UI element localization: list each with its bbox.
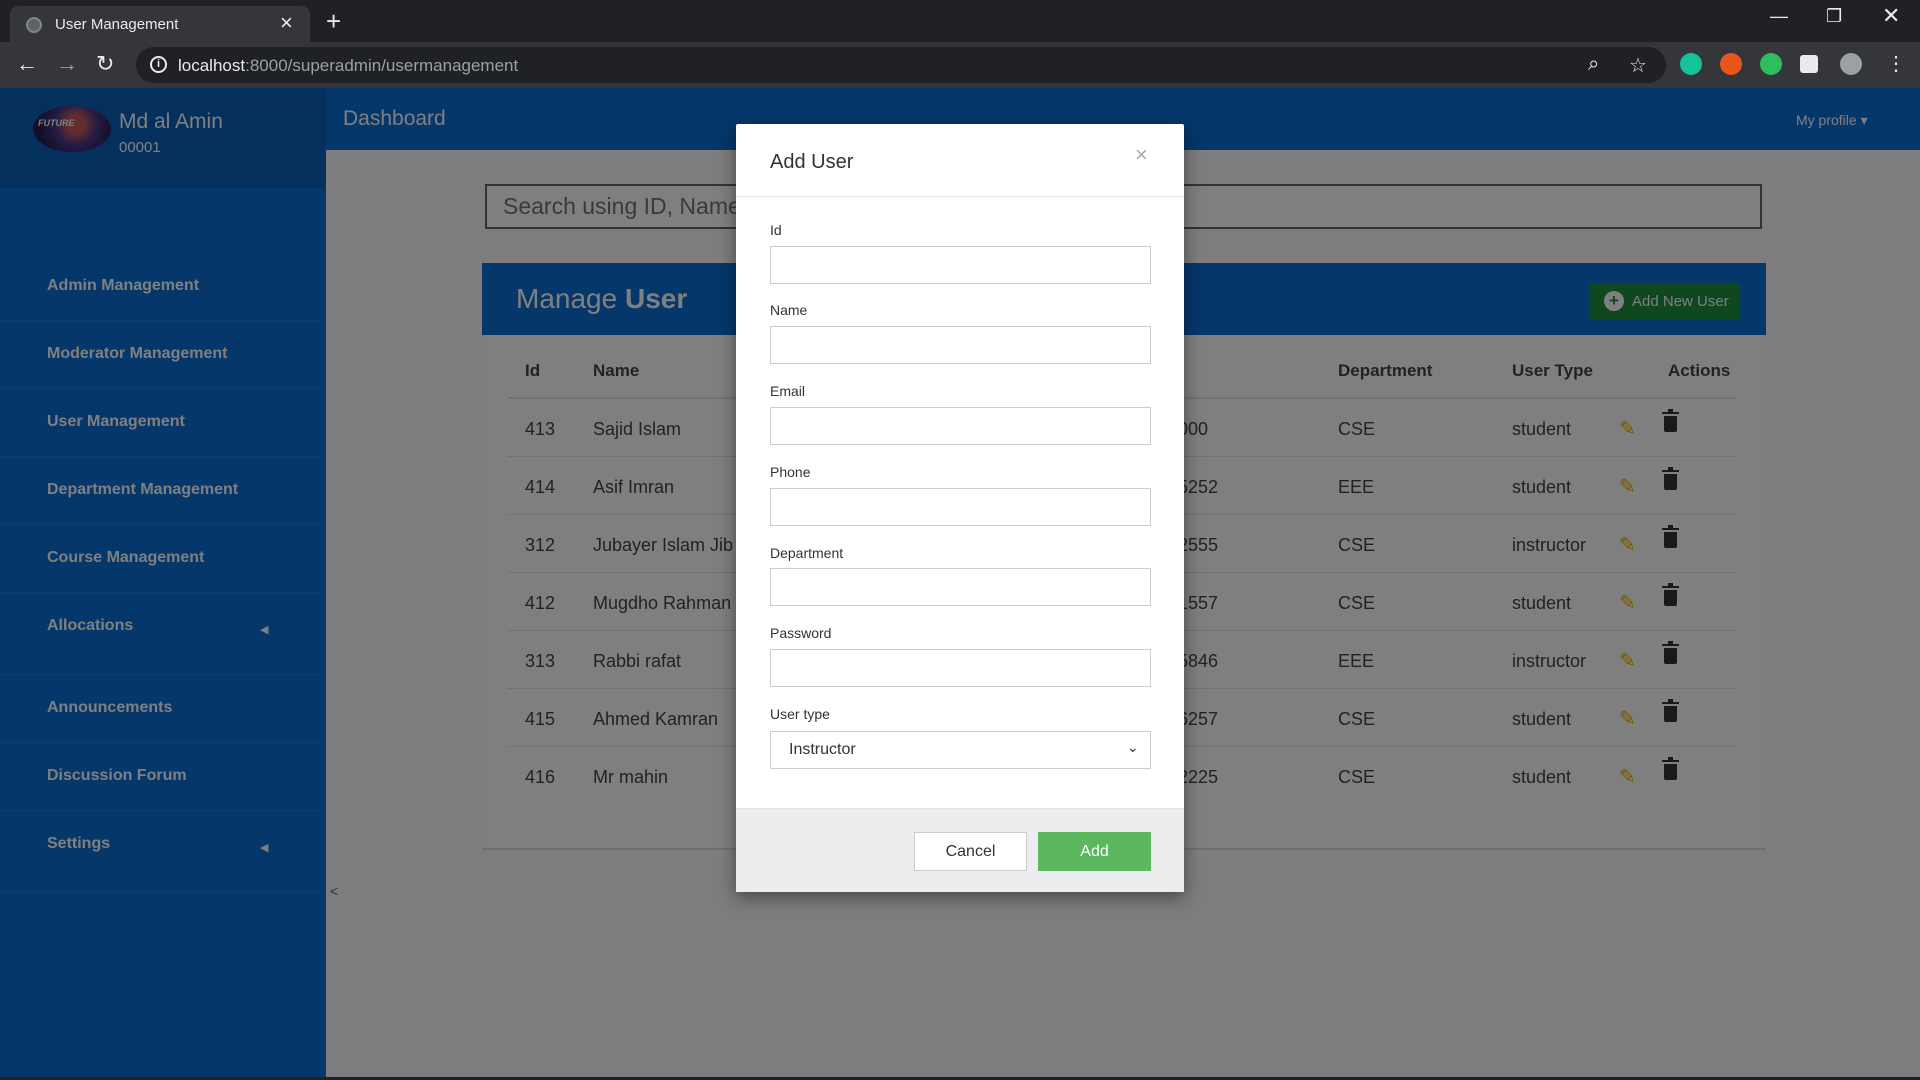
account-avatar-icon[interactable]	[1840, 53, 1862, 75]
restore-icon[interactable]: ❐	[1826, 6, 1842, 27]
forward-icon[interactable]: →	[56, 51, 78, 77]
zoom-icon[interactable]: ⌕	[1588, 53, 1599, 76]
url-host: localhost	[178, 56, 246, 75]
department-field[interactable]	[770, 568, 1151, 606]
url-path: :8000/superadmin/usermanagement	[245, 56, 519, 75]
modal-title: Add User	[770, 151, 854, 173]
department-label: Department	[770, 545, 844, 561]
browser-menu-icon[interactable]: ⋮	[1886, 51, 1906, 76]
tab-title: User Management	[55, 16, 179, 33]
user-type-select[interactable]: Instructor ⌄	[770, 731, 1151, 769]
add-user-modal: Add User × Id Name Email Phone Departmen…	[736, 124, 1184, 892]
id-label: Id	[770, 222, 782, 238]
user-type-label: User type	[770, 706, 830, 722]
password-label: Password	[770, 625, 832, 641]
chevron-down-icon: ⌄	[1127, 739, 1139, 755]
browser-toolbar: ← → ↻ i localhost:8000/superadmin/userma…	[0, 42, 1920, 88]
info-icon[interactable]: i	[150, 56, 167, 73]
extensions-puzzle-icon[interactable]	[1800, 55, 1818, 73]
cancel-button[interactable]: Cancel	[914, 832, 1027, 871]
address-bar[interactable]: i localhost:8000/superadmin/usermanageme…	[136, 47, 1666, 83]
reload-icon[interactable]: ↻	[96, 51, 114, 77]
phone-label: Phone	[770, 464, 811, 480]
minimize-icon[interactable]: —	[1770, 6, 1788, 27]
grammarly-icon[interactable]	[1680, 53, 1702, 75]
close-window-icon[interactable]: ✕	[1882, 3, 1900, 29]
close-tab-icon[interactable]: ×	[280, 12, 293, 34]
add-button[interactable]: Add	[1038, 832, 1151, 871]
extension-fox-icon[interactable]	[1720, 53, 1742, 75]
modal-footer: Cancel Add	[736, 808, 1184, 892]
evernote-icon[interactable]	[1760, 53, 1782, 75]
email-label: Email	[770, 383, 806, 399]
globe-icon	[26, 17, 42, 33]
modal-header: Add User ×	[736, 124, 1184, 197]
url-text: localhost:8000/superadmin/usermanagement	[178, 56, 518, 76]
user-type-value: Instructor	[789, 741, 856, 758]
email-field[interactable]	[770, 407, 1151, 445]
name-field[interactable]	[770, 326, 1151, 364]
browser-tabbar: User Management × + — ❐ ✕	[0, 0, 1920, 42]
phone-field[interactable]	[770, 488, 1151, 526]
password-field[interactable]	[770, 649, 1151, 687]
bookmark-star-icon[interactable]: ☆	[1629, 53, 1647, 78]
browser-tab[interactable]: User Management ×	[10, 6, 310, 42]
close-icon[interactable]: ×	[1135, 142, 1148, 168]
id-field[interactable]	[770, 246, 1151, 284]
back-icon[interactable]: ←	[16, 51, 38, 77]
new-tab-icon[interactable]: +	[326, 6, 341, 37]
name-label: Name	[770, 302, 808, 318]
